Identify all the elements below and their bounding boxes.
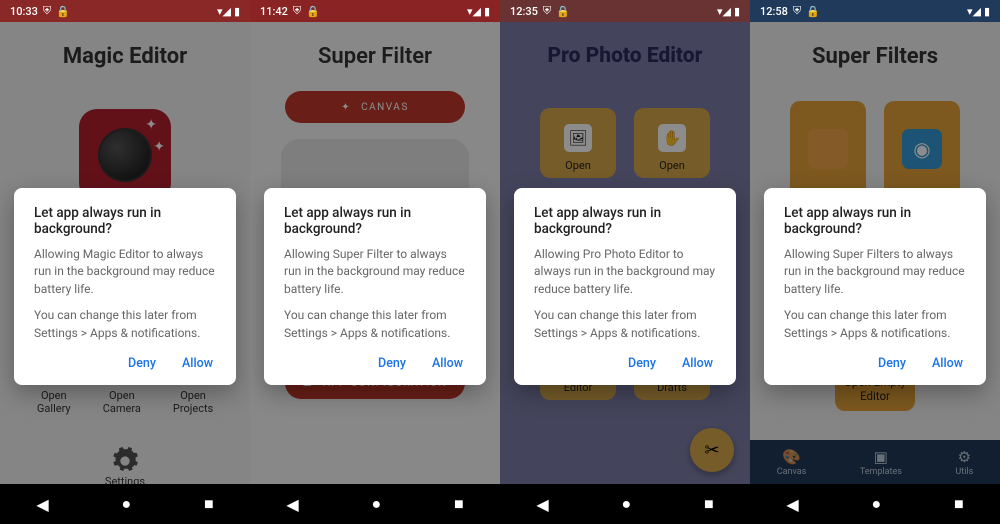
dialog-title: Let app always run in background?: [534, 205, 716, 237]
dialog-body: Allowing Magic Editor to always run in t…: [34, 246, 216, 298]
shield-icon: ⛨: [793, 4, 801, 18]
background-permission-dialog: Let app always run in background? Allowi…: [764, 188, 986, 385]
background-permission-dialog: Let app always run in background? Allowi…: [14, 188, 236, 385]
dialog-body: Allowing Pro Photo Editor to always run …: [534, 246, 716, 298]
clock: 12:58: [760, 5, 788, 18]
system-nav-bar: ◀ ● ■: [750, 484, 1000, 524]
wifi-icon: ▾◢: [717, 5, 731, 18]
system-nav-bar: ◀ ● ■: [250, 484, 500, 524]
allow-button[interactable]: Allow: [929, 351, 966, 376]
battery-icon: ▮: [484, 5, 490, 18]
deny-button[interactable]: Deny: [625, 351, 659, 376]
dialog-title: Let app always run in background?: [784, 205, 966, 237]
battery-icon: ▮: [984, 5, 990, 18]
back-icon[interactable]: ◀: [36, 495, 48, 514]
dialog-hint: You can change this later from Settings …: [34, 307, 216, 342]
deny-button[interactable]: Deny: [125, 351, 159, 376]
phone-pro-photo-editor: 12:35 ⛨ 🔒 ▾◢ ▮ Pro Photo Editor 🖼 Open ✋…: [500, 0, 750, 524]
home-icon[interactable]: ●: [121, 494, 131, 514]
phone-super-filters: 12:58 ⛨ 🔒 ▾◢ ▮ Super Filters ◉ ✎ Open Em…: [750, 0, 1000, 524]
allow-button[interactable]: Allow: [179, 351, 216, 376]
clock: 12:35: [510, 5, 538, 18]
shield-icon: ⛨: [43, 4, 51, 18]
back-icon[interactable]: ◀: [786, 495, 798, 514]
battery-icon: ▮: [734, 5, 740, 18]
shield-icon: ⛨: [293, 4, 301, 18]
dialog-title: Let app always run in background?: [34, 205, 216, 237]
recents-icon[interactable]: ■: [954, 494, 964, 514]
dialog-hint: You can change this later from Settings …: [534, 307, 716, 342]
deny-button[interactable]: Deny: [375, 351, 409, 376]
home-icon[interactable]: ●: [371, 494, 381, 514]
system-nav-bar: ◀ ● ■: [0, 484, 250, 524]
wifi-icon: ▾◢: [967, 5, 981, 18]
recents-icon[interactable]: ■: [704, 494, 714, 514]
phone-magic-editor: 10:33 ⛨ 🔒 ▾◢ ▮ Magic Editor ✦ ✦ ▧ Open G…: [0, 0, 250, 524]
deny-button[interactable]: Deny: [875, 351, 909, 376]
dialog-body: Allowing Super Filter to always run in t…: [284, 246, 466, 298]
background-permission-dialog: Let app always run in background? Allowi…: [514, 188, 736, 385]
recents-icon[interactable]: ■: [204, 494, 214, 514]
lock-icon: 🔒: [556, 5, 570, 18]
recents-icon[interactable]: ■: [454, 494, 464, 514]
wifi-icon: ▾◢: [467, 5, 481, 18]
battery-icon: ▮: [234, 5, 240, 18]
back-icon[interactable]: ◀: [286, 495, 298, 514]
dialog-title: Let app always run in background?: [284, 205, 466, 237]
wifi-icon: ▾◢: [217, 5, 231, 18]
status-bar: 12:58 ⛨ 🔒 ▾◢ ▮: [750, 0, 1000, 22]
back-icon[interactable]: ◀: [536, 495, 548, 514]
home-icon[interactable]: ●: [871, 494, 881, 514]
lock-icon: 🔒: [56, 5, 70, 18]
status-bar: 10:33 ⛨ 🔒 ▾◢ ▮: [0, 0, 250, 22]
phone-super-filter: 11:42 ⛨ 🔒 ▾◢ ▮ Super Filter ✦ CANVAS GAL…: [250, 0, 500, 524]
allow-button[interactable]: Allow: [679, 351, 716, 376]
system-nav-bar: ◀ ● ■: [500, 484, 750, 524]
shield-icon: ⛨: [543, 4, 551, 18]
dialog-body: Allowing Super Filters to always run in …: [784, 246, 966, 298]
home-icon[interactable]: ●: [621, 494, 631, 514]
lock-icon: 🔒: [806, 5, 820, 18]
lock-icon: 🔒: [306, 5, 320, 18]
allow-button[interactable]: Allow: [429, 351, 466, 376]
dialog-hint: You can change this later from Settings …: [784, 307, 966, 342]
clock: 10:33: [10, 5, 38, 18]
background-permission-dialog: Let app always run in background? Allowi…: [264, 188, 486, 385]
clock: 11:42: [260, 5, 288, 18]
status-bar: 11:42 ⛨ 🔒 ▾◢ ▮: [250, 0, 500, 22]
dialog-hint: You can change this later from Settings …: [284, 307, 466, 342]
status-bar: 12:35 ⛨ 🔒 ▾◢ ▮: [500, 0, 750, 22]
